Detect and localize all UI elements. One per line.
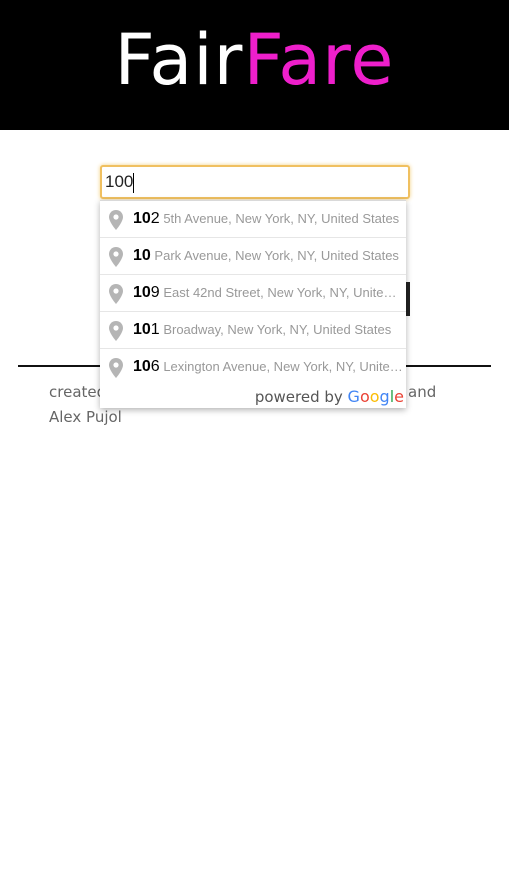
google-letter: o <box>359 387 370 406</box>
suggestion-item[interactable]: 106 Lexington Avenue, New York, NY, Unit… <box>100 349 406 386</box>
suggestion-address: Park Avenue, New York, NY, United States <box>154 248 399 263</box>
google-logo: Google <box>348 387 404 406</box>
suggestion-item[interactable]: 101 Broadway, New York, NY, United State… <box>100 312 406 349</box>
address-search-input[interactable] <box>105 169 395 195</box>
suggestion-address: East 42nd Street, New York, NY, United S… <box>163 285 403 300</box>
google-letter: G <box>347 387 360 406</box>
credits-end: and <box>408 383 437 401</box>
powered-by-text: powered by <box>254 388 343 406</box>
map-pin-icon <box>109 321 123 341</box>
suggestion-match: 10 <box>133 247 151 264</box>
map-pin-icon <box>109 247 123 267</box>
suggestion-text: 109 East 42nd Street, New York, NY, Unit… <box>133 284 403 302</box>
suggestion-address: 5th Avenue, New York, NY, United States <box>163 211 400 226</box>
suggestion-number-rest: 1 <box>150 321 160 338</box>
suggestion-text: 102 5th Avenue, New York, NY, United Sta… <box>133 210 403 228</box>
google-letter: o <box>369 387 380 406</box>
logo-fare: Fare <box>243 19 395 101</box>
suggestion-match: 10 <box>133 358 151 375</box>
powered-by-google: powered by Google <box>100 386 406 408</box>
google-letter: g <box>379 387 390 406</box>
autocomplete-dropdown: 102 5th Avenue, New York, NY, United Sta… <box>100 200 406 408</box>
suggestion-number-rest: 2 <box>150 210 160 227</box>
map-pin-icon <box>109 358 123 378</box>
google-letter: e <box>394 387 404 406</box>
suggestion-address: Lexington Avenue, New York, NY, United S… <box>163 359 403 374</box>
suggestion-text: 106 Lexington Avenue, New York, NY, Unit… <box>133 358 403 376</box>
suggestion-item[interactable]: 102 5th Avenue, New York, NY, United Sta… <box>100 201 406 238</box>
suggestion-item[interactable]: 109 East 42nd Street, New York, NY, Unit… <box>100 275 406 312</box>
credits-start: created <box>49 383 107 401</box>
app-header: FairFare <box>0 0 509 130</box>
map-pin-icon <box>109 284 123 304</box>
text-caret <box>133 173 134 193</box>
app-logo[interactable]: FairFare <box>0 18 509 102</box>
suggestion-text: 10 Park Avenue, New York, NY, United Sta… <box>133 247 403 265</box>
suggestion-text: 101 Broadway, New York, NY, United State… <box>133 321 403 339</box>
suggestion-number-rest: 9 <box>150 284 160 301</box>
search-box[interactable] <box>100 165 410 199</box>
suggestion-number-rest: 6 <box>150 358 160 375</box>
credits-line2: Alex Pujol <box>49 408 122 426</box>
map-pin-icon <box>109 210 123 230</box>
suggestion-match: 10 <box>133 321 151 338</box>
logo-fair: Fair <box>114 19 244 101</box>
suggestion-match: 10 <box>133 284 151 301</box>
suggestion-match: 10 <box>133 210 151 227</box>
suggestion-address: Broadway, New York, NY, United States <box>163 322 392 337</box>
suggestion-item[interactable]: 10 Park Avenue, New York, NY, United Sta… <box>100 238 406 275</box>
